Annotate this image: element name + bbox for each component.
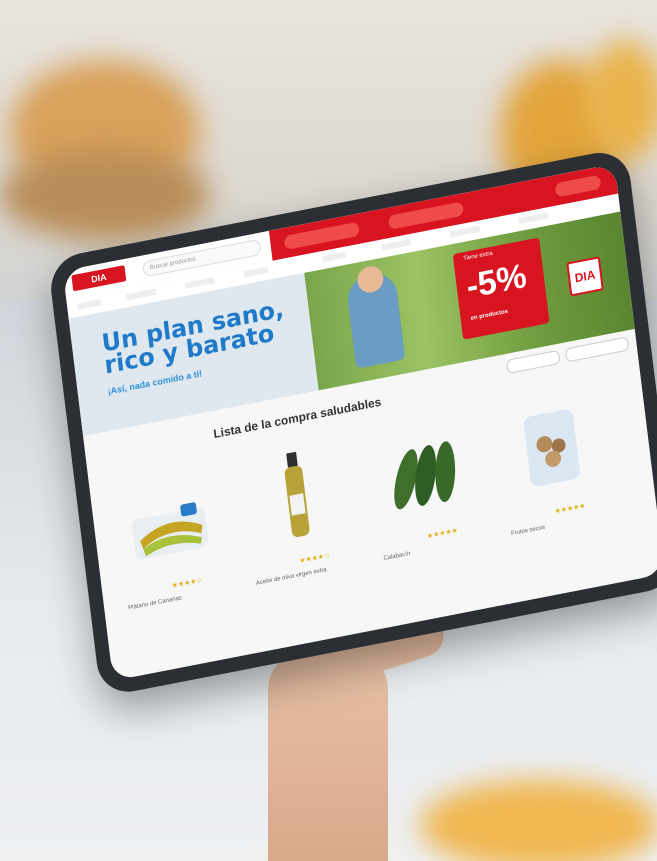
photo-scene: DIA Buscar productos Un plan sano, rico …	[0, 0, 657, 861]
product-card[interactable]: ★★★★☆ Aceite de oliva virgen extra	[235, 428, 365, 628]
promo-percent: -5%	[464, 256, 529, 307]
filter-pill[interactable]	[505, 349, 561, 374]
hand	[268, 650, 388, 861]
rating-stars: ★★★★☆	[171, 576, 204, 590]
dia-logo[interactable]: DIA	[71, 265, 127, 292]
nav-item[interactable]	[76, 299, 102, 310]
orange-blur	[420, 780, 657, 861]
rating-stars: ★★★★★	[426, 527, 459, 541]
nav-item[interactable]	[518, 212, 549, 224]
promo-top-text: Tiene extra	[463, 250, 493, 263]
tablet-screen: DIA Buscar productos Un plan sano, rico …	[62, 163, 657, 681]
promo-bottom-text: en productos	[470, 308, 509, 322]
nav-item[interactable]	[125, 288, 157, 301]
nav-item[interactable]	[449, 225, 481, 238]
product-card[interactable]: ★★★★★ Calabacín	[363, 403, 493, 603]
product-card[interactable]: ★★★★★ Frutos secos	[491, 379, 621, 579]
promo-box[interactable]: Tiene extra -5% en productos	[452, 237, 550, 340]
zucchini-icon	[394, 441, 456, 510]
hero-title: Un plan sano, rico y barato	[100, 295, 288, 380]
rating-stars: ★★★★★	[554, 502, 586, 516]
nav-item[interactable]	[243, 266, 269, 278]
nav-item[interactable]	[322, 251, 347, 263]
nav-item[interactable]	[381, 238, 412, 251]
dia-badge: DIA	[566, 256, 604, 297]
olive-oil-bottle-icon	[284, 451, 310, 537]
banana-pack-icon	[132, 502, 209, 560]
nav-item[interactable]	[184, 277, 216, 289]
nuts-bag-icon	[523, 409, 580, 487]
product-name: Plátano de Canarias	[128, 595, 183, 612]
product-card[interactable]: ★★★★☆ Plátano de Canarias	[108, 453, 238, 653]
cart-button[interactable]	[554, 174, 602, 198]
product-name: Calabacín	[383, 550, 411, 563]
product-name: Aceite de oliva virgen extra	[255, 567, 328, 587]
rating-stars: ★★★★☆	[299, 552, 331, 566]
product-name: Frutos secos	[510, 524, 546, 538]
